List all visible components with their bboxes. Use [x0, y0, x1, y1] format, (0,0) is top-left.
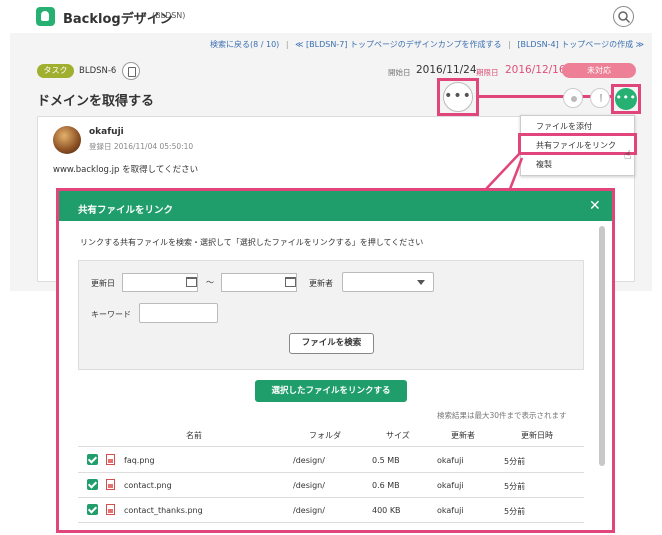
- file-updated: 5分前: [504, 482, 526, 491]
- row-checkbox[interactable]: [87, 504, 98, 515]
- row-checkbox[interactable]: [87, 454, 98, 465]
- range-separator: 〜: [206, 278, 214, 287]
- copy-key-button[interactable]: [122, 62, 140, 80]
- star-button[interactable]: [590, 88, 610, 108]
- search-button[interactable]: [613, 6, 634, 27]
- file-updated: 5分前: [504, 457, 526, 466]
- calendar-icon[interactable]: [186, 277, 197, 287]
- more-icon[interactable]: •••: [443, 82, 473, 112]
- chevron-down-icon: [417, 280, 425, 285]
- file-updated: 5分前: [504, 507, 526, 516]
- author-name: okafuji: [89, 127, 124, 137]
- file-folder: /design/: [293, 481, 325, 490]
- file-folder: /design/: [293, 506, 325, 515]
- start-date-label: 開始日: [388, 68, 411, 77]
- column-header-name: 名前: [186, 431, 202, 440]
- callout-connector: [485, 152, 524, 190]
- file-updater: okafuji: [437, 481, 464, 490]
- issue-navigation: 検索に戻る(8 / 10) | ≪ [BLDSN-7] トップページのデザインカ…: [210, 39, 648, 50]
- file-size: 0.5 MB: [372, 456, 400, 465]
- highlight-frame: [518, 133, 637, 155]
- project-key: (BLDSN): [152, 11, 186, 20]
- file-name[interactable]: contact_thanks.png: [124, 506, 203, 515]
- file-updater: okafuji: [437, 456, 464, 465]
- keyword-label: キーワード: [91, 310, 131, 319]
- dialog-scrollbar[interactable]: [599, 226, 605, 466]
- eye-icon: [571, 96, 577, 102]
- updater-label: 更新者: [309, 279, 333, 288]
- divider: [78, 522, 584, 523]
- issue-description: www.backlog.jp を取得してください: [53, 165, 199, 175]
- project-logo-icon[interactable]: [36, 7, 55, 26]
- file-size: 400 KB: [372, 506, 401, 515]
- calendar-icon[interactable]: [285, 277, 296, 287]
- separator: |: [285, 40, 289, 49]
- row-checkbox[interactable]: [87, 479, 98, 490]
- star-icon: [600, 94, 602, 102]
- due-date-label: 期限日: [476, 68, 499, 77]
- divider: [78, 497, 584, 498]
- file-folder: /design/: [293, 456, 325, 465]
- image-file-icon: [106, 454, 115, 465]
- updated-date-label: 更新日: [91, 279, 115, 288]
- back-to-search-link[interactable]: 検索に戻る(8 / 10): [210, 40, 279, 49]
- result-limit-note: 検索結果は最大30件まで表示されます: [437, 411, 567, 420]
- divider: [78, 446, 584, 447]
- next-issue-link[interactable]: [BLDSN-4] トップページの作成 ≫: [517, 40, 644, 49]
- dialog-title: 共有ファイルをリンク: [78, 205, 174, 216]
- avatar: [53, 126, 81, 154]
- registered-date: 登録日 2016/11/04 05:50:10: [89, 142, 194, 151]
- column-header-updater: 更新者: [451, 431, 475, 440]
- image-file-icon: [106, 479, 115, 490]
- issue-type-badge: タスク: [37, 64, 74, 78]
- file-updater: okafuji: [437, 506, 464, 515]
- file-name[interactable]: contact.png: [124, 481, 172, 490]
- watch-icon[interactable]: [563, 88, 583, 108]
- dialog-instruction: リンクする共有ファイルを検索・選択して「選択したファイルをリンクする」を押してく…: [80, 238, 424, 247]
- column-header-folder: フォルダ: [309, 431, 341, 440]
- image-file-icon: [106, 504, 115, 515]
- column-header-updated: 更新日時: [521, 431, 553, 440]
- search-files-button[interactable]: ファイルを検索: [289, 333, 374, 354]
- file-name[interactable]: faq.png: [124, 456, 155, 465]
- menu-item-duplicate[interactable]: 複製: [521, 155, 634, 174]
- divider: [78, 472, 584, 473]
- hand-cursor-icon: ☝: [624, 148, 632, 162]
- file-size: 0.6 MB: [372, 481, 400, 490]
- prev-issue-link[interactable]: ≪ [BLDSN-7] トップページのデザインカンプを作成する: [295, 40, 501, 49]
- link-selected-files-button[interactable]: 選択したファイルをリンクする: [255, 380, 407, 402]
- issue-key: BLDSN-6: [79, 66, 117, 76]
- more-menu-button[interactable]: •••: [615, 88, 637, 110]
- search-icon: [618, 11, 631, 24]
- column-header-size: サイズ: [386, 431, 410, 440]
- start-date-value: 2016/11/24: [416, 64, 477, 76]
- issue-title: ドメインを取得する: [37, 94, 155, 109]
- separator: |: [508, 40, 511, 49]
- due-date-value: 2016/12/16: [505, 64, 566, 76]
- close-icon[interactable]: ✕: [589, 199, 601, 213]
- keyword-input[interactable]: [139, 303, 218, 323]
- status-badge[interactable]: 未対応: [562, 63, 636, 78]
